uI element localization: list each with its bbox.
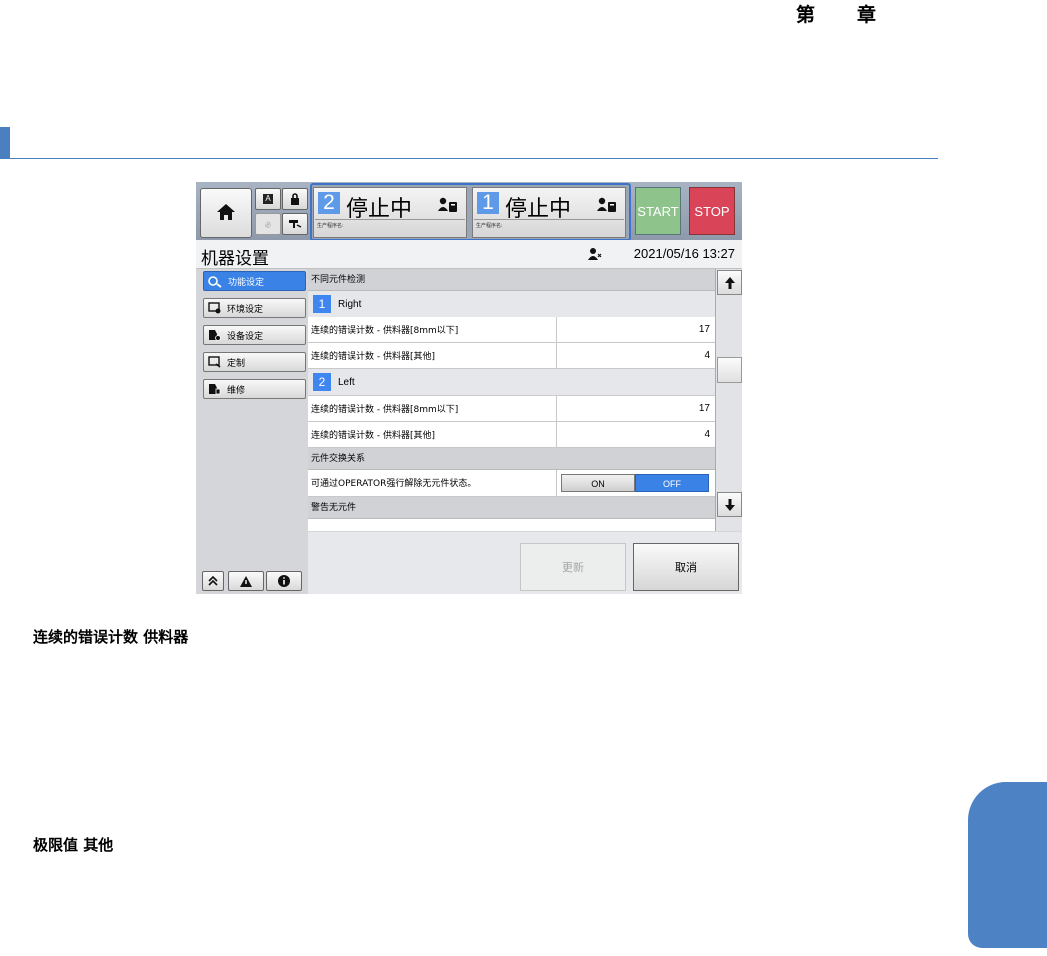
setting-row: 连续的错误计数 - 供料器[其他] 4 [308,343,715,369]
collapse-button[interactable] [202,571,224,591]
function-settings-icon [208,275,222,288]
setting-label: 连续的错误计数 - 供料器[其他] [311,352,435,362]
section-marker [0,127,10,159]
nozzle-button[interactable] [282,213,308,235]
environment-settings-icon [208,302,221,314]
nav-item-customize[interactable]: 定制 [203,352,306,372]
start-button[interactable]: START [635,187,681,235]
section-rule [10,158,938,159]
warning-button[interactable] [228,571,264,591]
setting-row: 连续的错误计数 - 供料器[8mm以下] 17 [308,396,715,422]
setting-label: 连续的错误计数 - 供料器[8mm以下] [311,405,459,415]
program-name-label: 生产程序名: [474,219,624,238]
nav-item-environment-settings[interactable]: 环境设定 [203,298,306,318]
user-icon [588,248,602,260]
program-name-label: 生产程序名: [315,219,465,238]
setting-value-field[interactable]: 17 [556,396,714,421]
setting-value-field[interactable]: 4 [556,422,714,447]
nav-item-label: 设备设定 [227,331,264,342]
section-header-part-swap: 元件交换关系 [308,448,715,470]
info-icon [278,575,290,587]
lane-badge: 2 [313,373,331,391]
setting-row-operator: 可通过OPERATOR强行解除无元件状态。 ON OFF [308,470,715,497]
title-bar: 机器设置 2021/05/16 13:27 [196,240,742,269]
disabled-small-label: 必 [264,222,271,229]
page-title: 机器设置 [201,249,269,269]
nav-item-function-settings[interactable]: 功能设定 [203,271,306,291]
top-bar: A 必 2 停止中 生产程序名: 1 停止中 生产程序名: START STOP [196,182,742,241]
lock-icon [291,193,299,205]
toggle-on-button[interactable]: ON [561,474,635,492]
lane-number-badge: 1 [477,192,499,214]
auto-mode-button[interactable]: A [255,188,281,210]
nav-item-label: 环境设定 [227,304,264,315]
setting-label: 连续的错误计数 - 供料器[其他] [311,431,435,441]
operator-icon [597,197,616,212]
section-header-warning: 警告无元件 [308,497,715,519]
lane-name: Left [338,376,355,388]
caption-limit-other: 极限值 其他 [33,836,114,854]
nav-item-label: 功能设定 [228,277,265,288]
scroll-down-button[interactable] [717,492,742,517]
chapter-header: 第 章 [796,0,876,26]
auto-mode-icon: A [263,194,273,204]
maintenance-icon [209,384,221,395]
disabled-small-button[interactable]: 必 [255,213,281,235]
setting-label: 连续的错误计数 - 供料器[8mm以下] [311,326,459,336]
customize-icon [208,356,221,368]
vertical-scrollbar[interactable] [715,269,742,531]
stop-button[interactable]: STOP [689,187,735,235]
lane-status-group: 2 停止中 生产程序名: 1 停止中 生产程序名: [310,183,631,241]
nav-item-label: 定制 [227,358,246,369]
update-button[interactable]: 更新 [520,543,626,591]
cancel-button[interactable]: 取消 [633,543,739,591]
chapter-header-prefix: 第 [796,4,816,26]
settings-nav: 功能设定 环境设定 设备设定 定制 维修 [196,269,308,594]
setting-value-field[interactable]: 17 [556,317,714,342]
setting-row: 连续的错误计数 - 供料器[8mm以下] 17 [308,317,715,343]
section-header-missing-parts: 不同元件检测 [308,269,715,291]
warning-icon [240,575,252,587]
lane-status-1[interactable]: 1 停止中 生产程序名: [472,187,626,238]
lock-button[interactable] [282,188,308,210]
action-footer: 更新 取消 [308,532,742,594]
home-button[interactable] [200,188,252,238]
setting-row: 连续的错误计数 - 供料器[其他] 4 [308,422,715,448]
nav-item-label: 维修 [227,385,246,396]
operator-icon [438,197,457,212]
chapter-side-tab [968,782,1047,948]
lane-badge: 1 [313,295,331,313]
nav-item-maintenance[interactable]: 维修 [203,379,306,399]
lane-header-right: 1 Right [308,291,715,318]
toggle-off-button[interactable]: OFF [635,474,709,492]
scroll-thumb[interactable] [717,357,742,383]
device-settings-icon [209,330,221,341]
datetime-display: 2021/05/16 13:27 [633,246,735,261]
home-icon [217,204,235,220]
caption-feeder-error-count: 连续的错误计数 供料器 [33,628,189,646]
settings-content: 不同元件检测 1 Right 连续的错误计数 - 供料器[8mm以下] 17 连… [308,269,715,531]
chapter-header-suffix: 章 [856,4,876,26]
lane-number-badge: 2 [318,192,340,214]
machine-ui-screenshot: A 必 2 停止中 生产程序名: 1 停止中 生产程序名: START STOP… [196,182,742,594]
setting-label: 可通过OPERATOR强行解除无元件状态。 [311,479,477,489]
nozzle-icon [289,220,302,228]
info-button[interactable] [266,571,302,591]
lane-header-left: 2 Left [308,369,715,396]
arrow-up-icon [724,276,735,289]
lane-status-2[interactable]: 2 停止中 生产程序名: [313,187,467,238]
nav-item-device-settings[interactable]: 设备设定 [203,325,306,345]
setting-value-field[interactable]: 4 [556,343,714,368]
arrow-down-icon [724,498,735,511]
double-chevron-up-icon [208,576,218,586]
scroll-up-button[interactable] [717,270,742,295]
lane-name: Right [338,298,362,310]
